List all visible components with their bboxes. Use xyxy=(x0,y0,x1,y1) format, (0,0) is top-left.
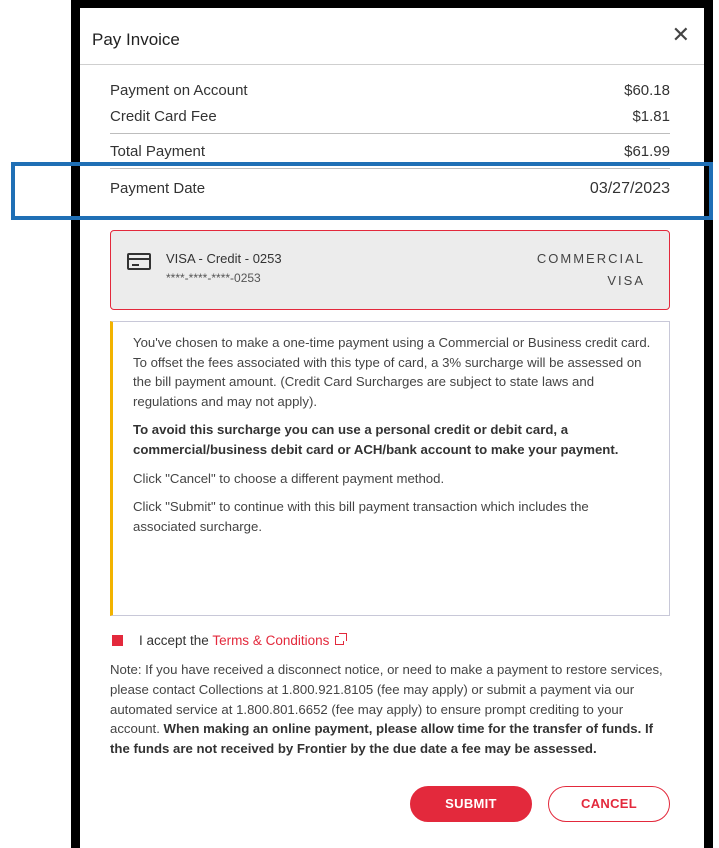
submit-button[interactable]: SUBMIT xyxy=(410,786,532,822)
divider xyxy=(110,168,670,169)
pay-invoice-dialog: Pay Invoice ✕ Payment on Account $60.18 … xyxy=(80,8,704,848)
notice-paragraph: To avoid this surcharge you can use a pe… xyxy=(133,422,619,457)
payment-on-account-label: Payment on Account xyxy=(110,82,248,99)
card-name: VISA - Credit - 0253 xyxy=(166,251,282,266)
card-type-visa: VISA xyxy=(607,273,645,288)
accept-terms-checkbox[interactable] xyxy=(112,635,123,646)
terms-prefix: I accept the xyxy=(139,633,209,648)
external-link-icon[interactable] xyxy=(335,633,348,645)
credit-card-fee-label: Credit Card Fee xyxy=(110,108,217,125)
credit-card-fee-value: $1.81 xyxy=(632,108,670,125)
total-payment-label: Total Payment xyxy=(110,143,206,160)
surcharge-notice: You've chosen to make a one-time payment… xyxy=(110,321,670,616)
card-masked-number: ****-****-****-0253 xyxy=(166,271,261,285)
payment-on-account-value: $60.18 xyxy=(624,82,670,99)
close-icon[interactable]: ✕ xyxy=(672,24,690,46)
payment-date-label: Payment Date xyxy=(110,180,206,197)
terms-acceptance: I accept the Terms & Conditions xyxy=(112,633,348,648)
total-payment-value: $61.99 xyxy=(624,143,670,160)
notice-paragraph: Click "Submit" to continue with this bil… xyxy=(133,499,589,534)
divider xyxy=(110,133,670,134)
credit-card-icon xyxy=(127,253,151,270)
notice-paragraph: Click "Cancel" to choose a different pay… xyxy=(133,470,445,486)
selected-payment-card[interactable]: VISA - Credit - 0253 ****-****-****-0253… xyxy=(110,230,670,310)
card-type-commercial: COMMERCIAL xyxy=(536,251,645,266)
terms-link[interactable]: Terms & Conditions xyxy=(212,633,329,648)
note-bold-text: When making an online payment, please al… xyxy=(110,721,654,757)
dialog-header: Pay Invoice ✕ xyxy=(80,8,704,65)
notice-paragraph: You've chosen to make a one-time payment… xyxy=(133,335,651,409)
collections-note: Note: If you have received a disconnect … xyxy=(110,660,675,759)
dialog-title: Pay Invoice xyxy=(92,30,180,49)
cancel-button[interactable]: CANCEL xyxy=(548,786,670,822)
payment-date-value: 03/27/2023 xyxy=(589,180,670,197)
